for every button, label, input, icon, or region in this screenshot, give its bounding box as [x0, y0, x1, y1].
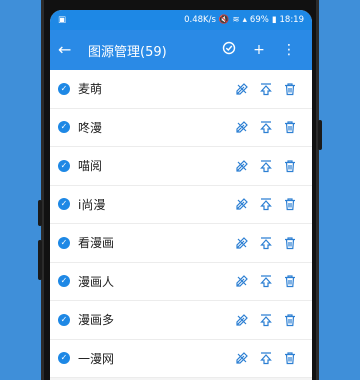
delete-icon[interactable]	[278, 236, 302, 250]
edit-icon[interactable]	[230, 351, 254, 365]
move-to-top-icon[interactable]	[254, 159, 278, 173]
source-name: 咚漫	[78, 120, 103, 135]
source-row[interactable]: ✓ 漫画多	[50, 301, 312, 340]
source-name: 麦萌	[78, 82, 103, 97]
network-speed: 0.48K/s	[184, 15, 216, 25]
select-all-icon[interactable]	[214, 41, 244, 59]
battery-level: 69%	[249, 15, 269, 25]
phone-screen: ▣ 0.48K/s 🔇 ≋ ▴ 69% ▮ 18:19 ← 图源管理(59) +…	[50, 10, 312, 380]
checkbox-checked-icon[interactable]: ✓	[58, 313, 70, 326]
source-row[interactable]: ✓ 一漫网	[50, 340, 312, 378]
edit-icon[interactable]	[230, 197, 254, 211]
app-bar: ← 图源管理(59) + ⋮	[50, 30, 312, 70]
source-row[interactable]: ✓ 喵阅	[50, 147, 312, 186]
phone-side-button	[38, 200, 42, 226]
wifi-icon: ≋	[232, 15, 240, 25]
move-to-top-icon[interactable]	[254, 313, 278, 327]
move-to-top-icon[interactable]	[254, 274, 278, 288]
delete-icon[interactable]	[278, 82, 302, 96]
checkbox-checked-icon[interactable]: ✓	[58, 121, 70, 134]
source-list: ✓ 麦萌 ✓ 咚漫 ✓ 喵阅 ✓ i尚漫 ✓ 看漫画 ✓ 漫画人 ✓ 漫画多 ✓ 一漫网	[50, 70, 312, 378]
back-arrow-icon[interactable]: ←	[58, 42, 80, 58]
battery-icon: ▮	[271, 15, 277, 25]
more-menu-icon[interactable]: ⋮	[274, 42, 304, 58]
delete-icon[interactable]	[278, 120, 302, 134]
move-to-top-icon[interactable]	[254, 120, 278, 134]
checkbox-checked-icon[interactable]: ✓	[58, 159, 70, 172]
source-row[interactable]: ✓ 咚漫	[50, 109, 312, 147]
source-name: 看漫画	[78, 236, 115, 251]
phone-side-button	[38, 240, 42, 280]
edit-icon[interactable]	[230, 236, 254, 250]
page-title: 图源管理(59)	[88, 44, 167, 60]
add-icon[interactable]: +	[244, 42, 274, 58]
edit-icon[interactable]	[230, 82, 254, 96]
delete-icon[interactable]	[278, 274, 302, 288]
move-to-top-icon[interactable]	[254, 82, 278, 96]
checkbox-checked-icon[interactable]: ✓	[58, 82, 70, 95]
source-name: 漫画多	[78, 313, 115, 328]
source-name: 喵阅	[78, 159, 103, 174]
edit-icon[interactable]	[230, 313, 254, 327]
source-name: 漫画人	[78, 274, 115, 289]
checkbox-checked-icon[interactable]: ✓	[58, 236, 70, 249]
source-row[interactable]: ✓ i尚漫	[50, 186, 312, 224]
move-to-top-icon[interactable]	[254, 197, 278, 211]
source-row[interactable]: ✓ 看漫画	[50, 224, 312, 263]
mute-icon: 🔇	[218, 15, 230, 25]
signal-icon: ▴	[242, 15, 247, 25]
delete-icon[interactable]	[278, 159, 302, 173]
source-row[interactable]: ✓ 麦萌	[50, 70, 312, 109]
edit-icon[interactable]	[230, 120, 254, 134]
source-name: i尚漫	[78, 197, 106, 212]
status-bar: ▣ 0.48K/s 🔇 ≋ ▴ 69% ▮ 18:19	[50, 10, 312, 30]
image-notification-icon: ▣	[58, 15, 67, 25]
delete-icon[interactable]	[278, 197, 302, 211]
source-name: 一漫网	[78, 351, 115, 366]
edit-icon[interactable]	[230, 159, 254, 173]
checkbox-checked-icon[interactable]: ✓	[58, 275, 70, 288]
delete-icon[interactable]	[278, 351, 302, 365]
move-to-top-icon[interactable]	[254, 351, 278, 365]
phone-side-button	[318, 120, 322, 150]
checkbox-checked-icon[interactable]: ✓	[58, 198, 70, 211]
delete-icon[interactable]	[278, 313, 302, 327]
clock: 18:19	[279, 15, 305, 25]
edit-icon[interactable]	[230, 274, 254, 288]
checkbox-checked-icon[interactable]: ✓	[58, 352, 70, 365]
move-to-top-icon[interactable]	[254, 236, 278, 250]
source-row[interactable]: ✓ 漫画人	[50, 263, 312, 301]
